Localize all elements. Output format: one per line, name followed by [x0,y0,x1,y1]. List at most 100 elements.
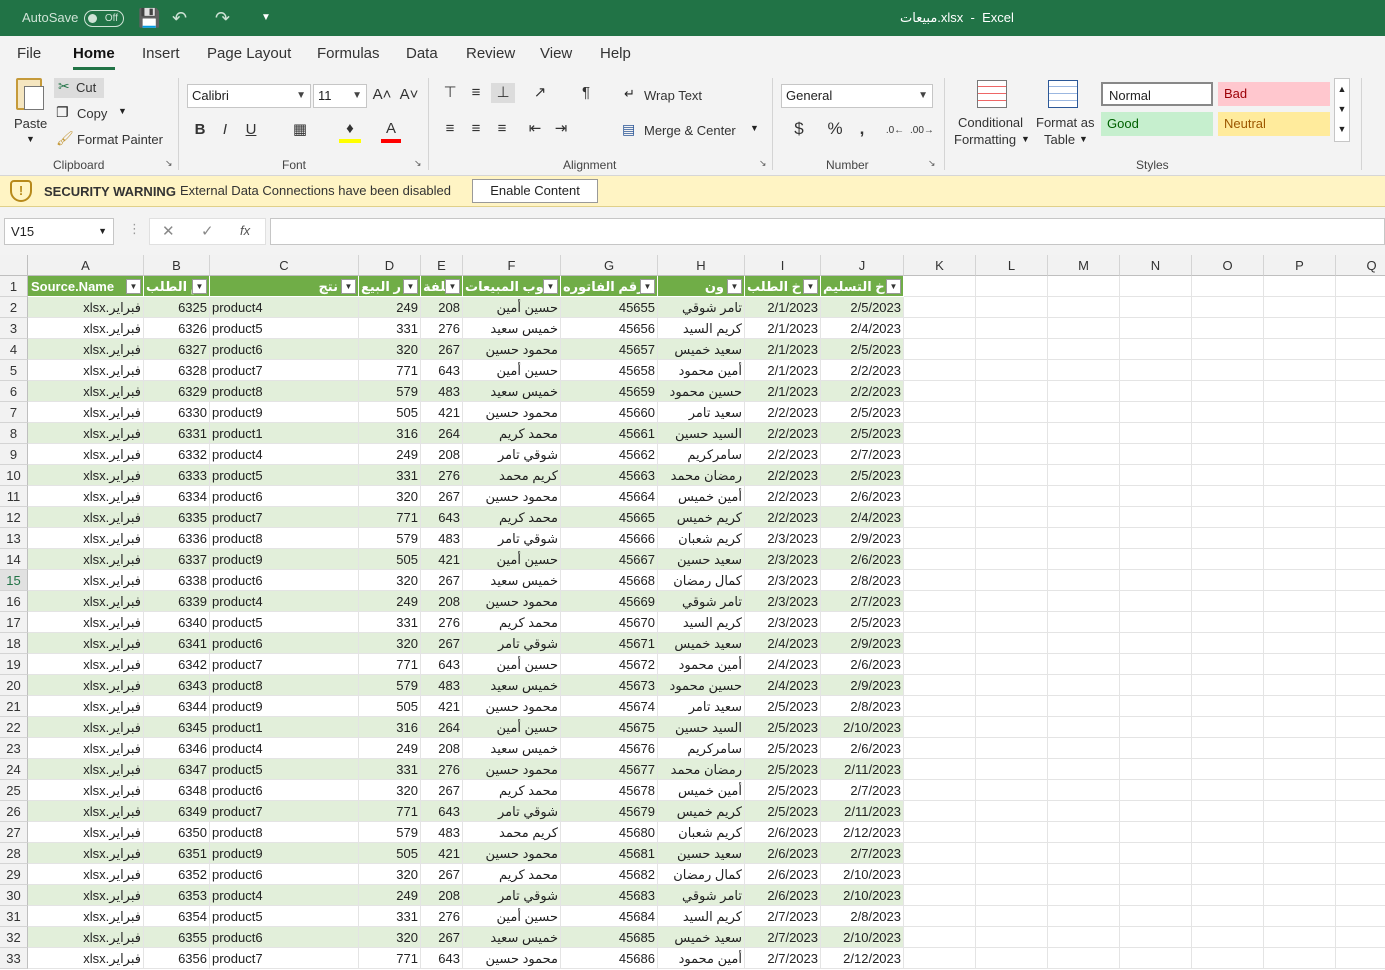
table-cell[interactable]: 267 [421,633,463,654]
table-cell[interactable]: 45674 [561,696,658,717]
table-cell[interactable]: 45683 [561,885,658,906]
table-cell[interactable]: 2/3/2023 [745,612,821,633]
empty-cell[interactable] [1336,402,1385,423]
table-cell[interactable]: 2/4/2023 [821,318,904,339]
table-cell[interactable]: 2/8/2023 [821,696,904,717]
table-cell[interactable]: سعيد تامر [658,402,745,423]
empty-cell[interactable] [1264,276,1336,297]
table-cell[interactable]: كمال رمضان [658,570,745,591]
table-cell[interactable]: 6338 [144,570,210,591]
font-launcher-icon[interactable]: ↘ [414,158,422,169]
table-header-cell[interactable]: خ التسليم ▼ [821,276,904,297]
table-cell[interactable]: فبراير.xlsx [28,297,144,318]
merge-center-button[interactable]: ▤ Merge & Center ▼ [622,121,762,141]
row-header[interactable]: 31 [0,906,28,927]
empty-cell[interactable] [1336,759,1385,780]
empty-cell[interactable] [1192,381,1264,402]
empty-cell[interactable] [1048,360,1120,381]
empty-cell[interactable] [1120,549,1192,570]
empty-cell[interactable] [1048,885,1120,906]
align-center-icon[interactable]: ≡ [465,119,487,139]
table-cell[interactable]: 2/1/2023 [745,297,821,318]
empty-cell[interactable] [904,591,976,612]
empty-cell[interactable] [1336,528,1385,549]
empty-cell[interactable] [1336,864,1385,885]
table-cell[interactable]: حسين أمين [463,549,561,570]
table-header-cell[interactable]: ون ▼ [658,276,745,297]
empty-cell[interactable] [1048,402,1120,423]
table-cell[interactable]: شوقي تامر [463,633,561,654]
tab-review[interactable]: Review [466,45,515,62]
row-header[interactable]: 23 [0,738,28,759]
table-cell[interactable]: 45680 [561,822,658,843]
table-cell[interactable]: كريم محمد [463,465,561,486]
empty-cell[interactable] [1120,780,1192,801]
table-cell[interactable]: 264 [421,423,463,444]
empty-cell[interactable] [1048,612,1120,633]
table-cell[interactable]: product6 [210,633,359,654]
table-cell[interactable]: 2/4/2023 [745,633,821,654]
empty-cell[interactable] [976,612,1048,633]
empty-cell[interactable] [1336,717,1385,738]
alignment-launcher-icon[interactable]: ↘ [759,158,767,169]
table-cell[interactable]: حسين أمين [463,654,561,675]
empty-cell[interactable] [1048,528,1120,549]
empty-cell[interactable] [1264,633,1336,654]
empty-cell[interactable] [1336,738,1385,759]
percent-icon[interactable]: % [823,119,847,139]
row-header[interactable]: 17 [0,612,28,633]
empty-cell[interactable] [1048,339,1120,360]
row-header[interactable]: 12 [0,507,28,528]
empty-cell[interactable] [904,696,976,717]
table-cell[interactable]: شوقي تامر [463,444,561,465]
empty-cell[interactable] [904,843,976,864]
empty-cell[interactable] [1120,717,1192,738]
styles-scroll[interactable]: ▲ ▼ ▼ [1334,78,1350,142]
table-cell[interactable]: 316 [359,423,421,444]
empty-cell[interactable] [976,696,1048,717]
empty-cell[interactable] [904,360,976,381]
table-cell[interactable]: 331 [359,759,421,780]
table-cell[interactable]: فبراير.xlsx [28,759,144,780]
table-cell[interactable]: فبراير.xlsx [28,486,144,507]
empty-cell[interactable] [1264,465,1336,486]
row-header[interactable]: 18 [0,633,28,654]
table-header-cell[interactable]: خ الطلب ▼ [745,276,821,297]
table-cell[interactable]: 2/5/2023 [821,297,904,318]
table-cell[interactable]: خميس سعيد [463,675,561,696]
table-cell[interactable]: سعيد حسين [658,843,745,864]
table-cell[interactable]: product6 [210,780,359,801]
table-cell[interactable]: شوقي تامر [463,885,561,906]
table-cell[interactable]: 2/5/2023 [821,402,904,423]
empty-cell[interactable] [1192,843,1264,864]
table-cell[interactable]: 6355 [144,927,210,948]
table-cell[interactable]: 2/11/2023 [821,801,904,822]
table-cell[interactable]: 6327 [144,339,210,360]
empty-cell[interactable] [1264,339,1336,360]
table-cell[interactable]: 505 [359,843,421,864]
table-cell[interactable]: تامر شوقي [658,297,745,318]
table-cell[interactable]: محمود حسين [463,402,561,423]
table-cell[interactable]: 276 [421,318,463,339]
table-cell[interactable]: 267 [421,486,463,507]
table-cell[interactable]: 771 [359,507,421,528]
table-cell[interactable]: product8 [210,528,359,549]
table-cell[interactable]: فبراير.xlsx [28,654,144,675]
empty-cell[interactable] [1264,570,1336,591]
row-header[interactable]: 13 [0,528,28,549]
row-header[interactable]: 19 [0,654,28,675]
empty-cell[interactable] [1048,297,1120,318]
empty-cell[interactable] [976,801,1048,822]
table-cell[interactable]: 771 [359,801,421,822]
table-cell[interactable]: 643 [421,654,463,675]
align-left-icon[interactable]: ≡ [439,119,461,139]
table-cell[interactable]: 421 [421,402,463,423]
row-header[interactable]: 9 [0,444,28,465]
table-cell[interactable]: 2/6/2023 [821,738,904,759]
table-cell[interactable]: 2/2/2023 [821,360,904,381]
empty-cell[interactable] [1048,696,1120,717]
table-cell[interactable]: أمين خميس [658,486,745,507]
table-cell[interactable]: 208 [421,885,463,906]
table-cell[interactable]: 2/5/2023 [745,738,821,759]
table-cell[interactable]: 45679 [561,801,658,822]
